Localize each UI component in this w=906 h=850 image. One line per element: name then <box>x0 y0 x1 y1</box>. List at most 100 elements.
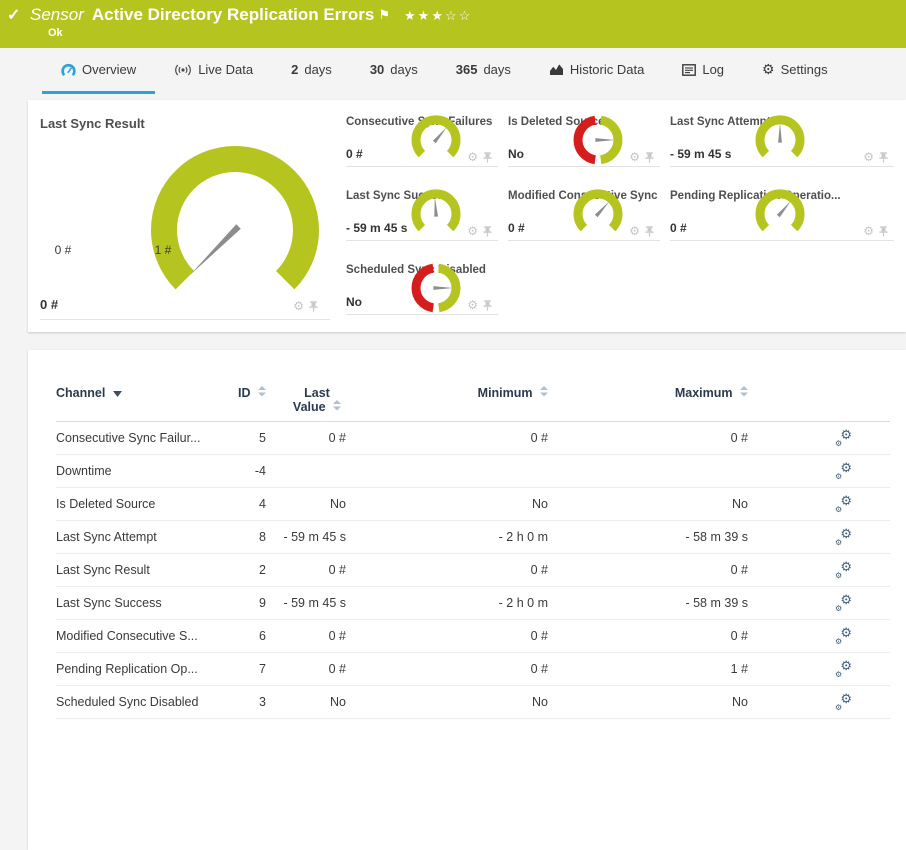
gear-icon[interactable]: ⚙ <box>467 151 478 163</box>
tab-2-days[interactable]: 2 days <box>272 48 351 94</box>
cell-id: 3 <box>259 695 266 709</box>
channel-settings-icon[interactable]: ⚙ ⚙ <box>835 658 852 679</box>
cell-maximum: No <box>732 695 748 709</box>
cell-channel: Is Deleted Source <box>56 497 156 511</box>
cell-channel: Last Sync Result <box>56 563 150 577</box>
pin-icon[interactable] <box>483 299 492 311</box>
cell-last-value: No <box>330 695 346 709</box>
table-row-pending-replication-op[interactable]: Pending Replication Op... 7 0 # 0 # 1 # … <box>56 653 890 686</box>
gear-icon[interactable]: ⚙ <box>863 151 874 163</box>
tab-number: 2 <box>291 62 299 77</box>
gauge-cell-last-sync-success: Last Sync Success - 59 m 45 s ⚙ <box>346 186 498 241</box>
sort-icon <box>540 386 548 400</box>
channel-settings-icon[interactable]: ⚙ ⚙ <box>835 625 852 646</box>
table-row-consecutive-sync-failur[interactable]: Consecutive Sync Failur... 5 0 # 0 # 0 #… <box>56 422 890 455</box>
cell-channel: Pending Replication Op... <box>56 662 198 676</box>
gauge <box>572 114 624 166</box>
gauge-icon <box>61 63 76 77</box>
cell-minimum: 0 # <box>530 662 548 676</box>
cell-channel: Downtime <box>56 464 112 478</box>
channel-settings-icon[interactable]: ⚙ ⚙ <box>835 559 852 580</box>
gauge-needle <box>433 286 453 290</box>
pin-icon[interactable] <box>879 225 888 237</box>
gear-icon[interactable]: ⚙ <box>467 225 478 237</box>
gauge-cell-value: 0 # <box>346 147 363 161</box>
column-header-max[interactable]: Maximum <box>548 386 748 400</box>
cell-last-value: - 59 m 45 s <box>283 530 346 544</box>
gauge-cell-scheduled-sync-disabled: Scheduled Sync Disabled No ⚙ <box>346 260 498 315</box>
channel-settings-icon[interactable]: ⚙ ⚙ <box>835 493 852 514</box>
table-row-downtime[interactable]: Downtime -4 ⚙ ⚙ <box>56 455 890 488</box>
pin-icon[interactable] <box>483 225 492 237</box>
cell-maximum: - 58 m 39 s <box>685 596 748 610</box>
cell-minimum: 0 # <box>530 629 548 643</box>
tab-log[interactable]: Log <box>663 48 743 94</box>
table-row-is-deleted-source[interactable]: Is Deleted Source 4 No No No ⚙ ⚙ <box>56 488 890 521</box>
gear-icon[interactable]: ⚙ <box>467 299 478 311</box>
table-row-scheduled-sync-disabled[interactable]: Scheduled Sync Disabled 3 No No No ⚙ ⚙ <box>56 686 890 719</box>
table-row-modified-consecutive-s[interactable]: Modified Consecutive S... 6 0 # 0 # 0 # … <box>56 620 890 653</box>
cell-minimum: 0 # <box>530 563 548 577</box>
table-row-last-sync-result[interactable]: Last Sync Result 2 0 # 0 # 0 # ⚙ ⚙ <box>56 554 890 587</box>
tab-label: Overview <box>82 62 137 77</box>
sort-icon <box>112 386 122 400</box>
cell-id: 5 <box>259 431 266 445</box>
channel-settings-icon[interactable]: ⚙ ⚙ <box>835 460 852 481</box>
pin-icon[interactable] <box>645 225 654 237</box>
gear-icon[interactable]: ⚙ <box>863 225 874 237</box>
gear-icon[interactable]: ⚙ <box>293 300 304 312</box>
gauge-needle <box>776 200 791 218</box>
sort-icon <box>740 386 748 400</box>
channel-settings-icon[interactable]: ⚙ ⚙ <box>835 691 852 712</box>
pin-icon[interactable] <box>645 151 654 163</box>
gauge-cell-value: - 59 m 45 s <box>670 147 732 161</box>
divider <box>40 319 330 320</box>
tab-label: Settings <box>780 62 828 77</box>
cell-id: 4 <box>259 497 266 511</box>
cell-id: 6 <box>259 629 266 643</box>
main-gauge-title: Last Sync Result <box>40 116 145 131</box>
cell-last-value: 0 # <box>328 629 346 643</box>
column-header-channel[interactable]: Channel <box>56 386 206 400</box>
gauge-needle <box>595 138 615 142</box>
tab-30-days[interactable]: 30 days <box>351 48 437 94</box>
cell-id: 8 <box>259 530 266 544</box>
tab-overview[interactable]: Overview <box>42 48 156 94</box>
tab-live-data[interactable]: Live Data <box>155 48 272 94</box>
tab-settings[interactable]: ⚙ Settings <box>743 48 847 94</box>
pin-icon[interactable] <box>483 151 492 163</box>
cell-channel: Consecutive Sync Failur... <box>56 431 201 445</box>
column-header-last[interactable]: Last Value <box>266 386 346 414</box>
table-row-last-sync-success[interactable]: Last Sync Success 9 - 59 m 45 s - 2 h 0 … <box>56 587 890 620</box>
pin-icon[interactable] <box>309 300 318 312</box>
broadcast-icon <box>174 64 192 76</box>
gauge <box>754 188 806 240</box>
channel-settings-icon[interactable]: ⚙ ⚙ <box>835 592 852 613</box>
gear-icon[interactable]: ⚙ <box>629 151 640 163</box>
channel-table-panel: Channel ID Last Value Minimum Maximum Co… <box>28 350 906 850</box>
pin-icon[interactable] <box>879 151 888 163</box>
tab-365-days[interactable]: 365 days <box>437 48 530 94</box>
tab-label: days <box>483 62 511 77</box>
gauge-needle <box>432 126 447 144</box>
gauge <box>754 114 806 166</box>
channel-settings-icon[interactable]: ⚙ ⚙ <box>835 427 852 448</box>
log-icon <box>682 63 697 76</box>
tab-historic-data[interactable]: Historic Data <box>530 48 663 94</box>
tab-bar: Overview Live Data 2 days 30 days 365 da… <box>0 48 906 94</box>
channel-settings-icon[interactable]: ⚙ ⚙ <box>835 526 852 547</box>
sensor-header: ✓ Sensor Active Directory Replication Er… <box>0 0 906 48</box>
cell-id: 7 <box>259 662 266 676</box>
cell-minimum: No <box>532 695 548 709</box>
priority-stars[interactable]: ★★★☆☆ <box>404 8 472 24</box>
cell-channel: Last Sync Attempt <box>56 530 157 544</box>
gauge-cell-value: - 59 m 45 s <box>346 221 408 235</box>
gauge-cell-value: 0 # <box>670 221 687 235</box>
column-header-id[interactable]: ID <box>206 386 266 400</box>
flag-icon[interactable]: ⚑ <box>378 7 390 23</box>
gear-icon[interactable]: ⚙ <box>629 225 640 237</box>
tab-label: days <box>390 62 418 77</box>
gauge <box>572 188 624 240</box>
table-row-last-sync-attempt[interactable]: Last Sync Attempt 8 - 59 m 45 s - 2 h 0 … <box>56 521 890 554</box>
column-header-min[interactable]: Minimum <box>346 386 548 400</box>
